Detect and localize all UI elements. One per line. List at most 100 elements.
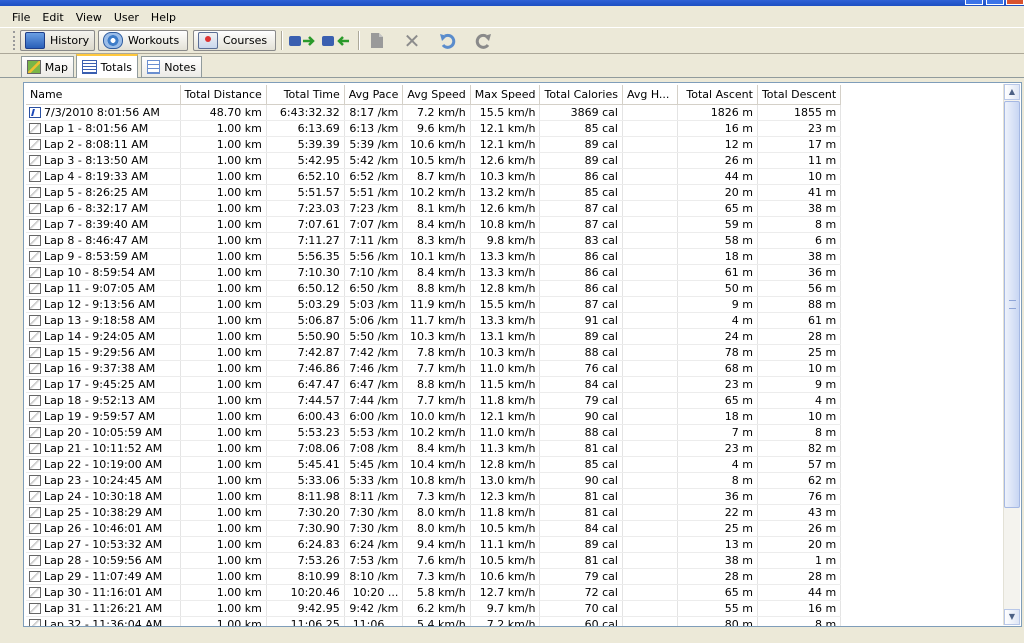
table-row[interactable]: Lap 21 - 10:11:52 AM 1.00 km 7:08.06 7:08 /… [26, 440, 842, 457]
table-row[interactable]: Lap 4 - 8:19:33 AM 1.00 km 6:52.10 6:52 /km… [26, 168, 842, 185]
table-row[interactable]: Lap 2 - 8:08:11 AM 1.00 km 5:39.39 5:39 /km… [26, 136, 842, 153]
table-row[interactable]: Lap 23 - 10:24:45 AM 1.00 km 5:33.06 5:33 /… [26, 472, 842, 489]
column-header[interactable]: Avg Speed [402, 85, 471, 105]
column-header[interactable]: Name [26, 85, 181, 105]
menu-file[interactable]: File [0, 11, 36, 24]
column-header[interactable]: Avg H... [622, 85, 678, 105]
table-row[interactable]: Lap 18 - 9:52:13 AM 1.00 km 7:44.57 7:44 /k… [26, 392, 842, 409]
table-cell: 36 m [757, 264, 842, 281]
lap-icon [29, 155, 41, 166]
workouts-button[interactable]: Workouts [98, 30, 188, 51]
row-name-cell: Lap 2 - 8:08:11 AM [26, 136, 181, 153]
table-cell [622, 120, 678, 137]
table-row[interactable]: Lap 26 - 10:46:01 AM 1.00 km 7:30.90 7:30 /… [26, 520, 842, 537]
table-row[interactable]: Lap 22 - 10:19:00 AM 1.00 km 5:45.41 5:45 /… [26, 456, 842, 473]
column-header[interactable]: Total Descent [757, 85, 842, 105]
row-name-cell: Lap 23 - 10:24:45 AM [26, 472, 181, 489]
table-cell: 1.00 km [180, 184, 267, 201]
table-row[interactable]: Lap 3 - 8:13:50 AM 1.00 km 5:42.95 5:42 /km… [26, 152, 842, 169]
table-cell: 1.00 km [180, 392, 267, 409]
column-header[interactable]: Max Speed [470, 85, 541, 105]
table-row[interactable]: Lap 24 - 10:30:18 AM 1.00 km 8:11.98 8:11 /… [26, 488, 842, 505]
tab-map[interactable]: Map [21, 56, 74, 77]
table-row[interactable]: Lap 13 - 9:18:58 AM 1.00 km 5:06.87 5:06 /k… [26, 312, 842, 329]
courses-button[interactable]: Courses [193, 30, 276, 51]
table-cell: 5:06 /km [344, 312, 404, 329]
table-row[interactable]: Lap 27 - 10:53:32 AM 1.00 km 6:24.83 6:24 /… [26, 536, 842, 553]
close-icon[interactable]: ✕ [401, 29, 423, 53]
table-row[interactable]: Lap 28 - 10:59:56 AM 1.00 km 7:53.26 7:53 /… [26, 552, 842, 569]
table-row[interactable]: Lap 32 - 11:36:04 AM 1.00 km 11:06.25 11:06… [26, 616, 842, 626]
table-row[interactable]: Lap 29 - 11:07:49 AM 1.00 km 8:10.99 8:10 /… [26, 568, 842, 585]
menu-edit[interactable]: Edit [36, 11, 69, 24]
table-row[interactable]: Lap 1 - 8:01:56 AM 1.00 km 6:13.69 6:13 /km… [26, 120, 842, 137]
menu-user[interactable]: User [108, 11, 145, 24]
table-cell: 12.3 km/h [470, 488, 541, 505]
column-header[interactable]: Total Calories [539, 85, 623, 105]
table-row[interactable]: Lap 14 - 9:24:05 AM 1.00 km 5:50.90 5:50 /k… [26, 328, 842, 345]
redo-icon[interactable] [472, 31, 494, 50]
table-row[interactable]: Lap 8 - 8:46:47 AM 1.00 km 7:11.27 7:11 /km… [26, 232, 842, 249]
table-cell: 1.00 km [180, 328, 267, 345]
toolbar-grip[interactable] [13, 31, 18, 50]
table-cell: 7:30.20 [266, 504, 345, 521]
minimize-button[interactable] [965, 0, 983, 5]
scroll-up-button[interactable]: ▲ [1004, 84, 1020, 100]
table-row[interactable]: Lap 10 - 8:59:54 AM 1.00 km 7:10.30 7:10 /k… [26, 264, 842, 281]
maximize-button[interactable] [986, 0, 1004, 5]
table-row[interactable]: Lap 12 - 9:13:56 AM 1.00 km 5:03.29 5:03 /k… [26, 296, 842, 313]
row-name-cell: Lap 6 - 8:32:17 AM [26, 200, 181, 217]
tab-totals[interactable]: Totals [76, 54, 138, 78]
table-row[interactable]: Lap 16 - 9:37:38 AM 1.00 km 7:46.86 7:46 /k… [26, 360, 842, 377]
lap-icon [29, 315, 41, 326]
menu-view[interactable]: View [70, 11, 108, 24]
table-cell: 6 m [757, 232, 842, 249]
table-cell: 24 m [677, 328, 758, 345]
table-cell: 11.9 km/h [402, 296, 471, 313]
lap-icon [29, 475, 41, 486]
scroll-down-button[interactable]: ▼ [1004, 609, 1020, 625]
column-header[interactable]: Total Distance [180, 85, 267, 105]
close-window-button[interactable] [1006, 0, 1024, 5]
table-cell: 10.3 km/h [470, 168, 541, 185]
map-icon [27, 60, 41, 74]
table-row[interactable]: Lap 5 - 8:26:25 AM 1.00 km 5:51.57 5:51 /km… [26, 184, 842, 201]
undo-icon[interactable] [437, 31, 459, 50]
column-header[interactable]: Total Ascent [677, 85, 758, 105]
table-row[interactable]: Lap 19 - 9:59:57 AM 1.00 km 6:00.43 6:00 /k… [26, 408, 842, 425]
history-button[interactable]: History [20, 30, 95, 51]
menu-help[interactable]: Help [145, 11, 182, 24]
table-cell [622, 360, 678, 377]
scroll-thumb[interactable] [1004, 101, 1020, 508]
row-name-cell: Lap 29 - 11:07:49 AM [26, 568, 181, 585]
table-cell: 13.1 km/h [470, 328, 541, 345]
table-row[interactable]: Lap 20 - 10:05:59 AM 1.00 km 5:53.23 5:53 /… [26, 424, 842, 441]
table-cell: 11.0 km/h [470, 360, 541, 377]
delete-document-icon[interactable] [366, 31, 388, 50]
table-row[interactable]: Lap 30 - 11:16:01 AM 1.00 km 10:20.46 10:20… [26, 584, 842, 601]
table-cell: 7:08 /km [344, 440, 404, 457]
vertical-scrollbar[interactable]: ▲ ▼ [1003, 84, 1020, 625]
table-cell: 11:06.25 [266, 616, 345, 626]
table-row[interactable]: Lap 31 - 11:26:21 AM 1.00 km 9:42.95 9:42 /… [26, 600, 842, 617]
table-row[interactable]: Lap 7 - 8:39:40 AM 1.00 km 7:07.61 7:07 /km… [26, 216, 842, 233]
table-cell: 12.6 km/h [470, 200, 541, 217]
table-row[interactable]: Lap 25 - 10:38:29 AM 1.00 km 7:30.20 7:30 /… [26, 504, 842, 521]
table-row[interactable]: Lap 11 - 9:07:05 AM 1.00 km 6:50.12 6:50 /k… [26, 280, 842, 297]
row-name-cell: Lap 28 - 10:59:56 AM [26, 552, 181, 569]
column-header[interactable]: Total Time [266, 85, 345, 105]
table-cell: 9:42 /km [344, 600, 404, 617]
table-row[interactable]: Lap 9 - 8:53:59 AM 1.00 km 5:56.35 5:56 /km… [26, 248, 842, 265]
summary-row[interactable]: 7/3/2010 8:01:56 AM 48.70 km 6:43:32.32 8:1… [26, 104, 842, 121]
table-row[interactable]: Lap 17 - 9:45:25 AM 1.00 km 6:47.47 6:47 /k… [26, 376, 842, 393]
totals-grid[interactable]: Name Total Distance Total Time Avg Pace Avg … [23, 82, 1022, 627]
tab-notes[interactable]: Notes [141, 56, 202, 77]
export-icon[interactable] [320, 31, 352, 50]
table-cell: 89 cal [539, 328, 623, 345]
column-header[interactable]: Avg Pace [344, 85, 404, 105]
table-cell: 3869 cal [539, 104, 623, 121]
table-row[interactable]: Lap 6 - 8:32:17 AM 1.00 km 7:23.03 7:23 /km… [26, 200, 842, 217]
import-icon[interactable] [287, 31, 317, 50]
row-name-text: Lap 7 - 8:39:40 AM [44, 218, 149, 231]
table-row[interactable]: Lap 15 - 9:29:56 AM 1.00 km 7:42.87 7:42 /k… [26, 344, 842, 361]
